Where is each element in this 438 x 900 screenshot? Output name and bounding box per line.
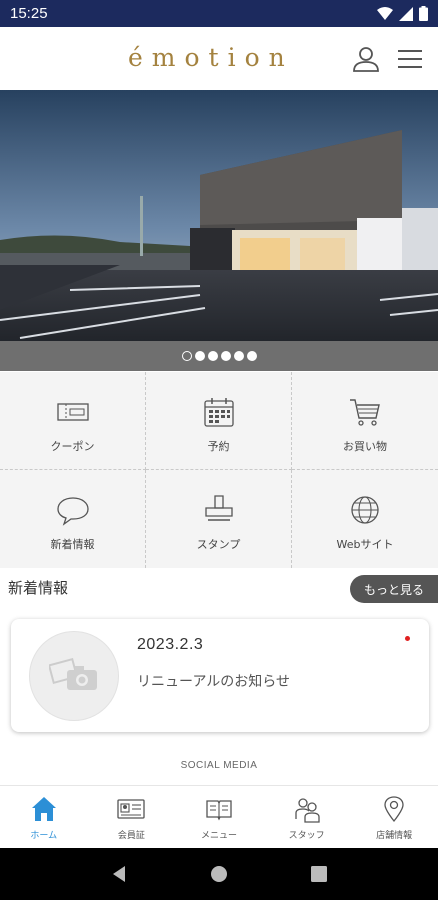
status-time: 15:25: [10, 5, 48, 22]
nav-label-menu: メニュー: [200, 831, 237, 841]
coupon-icon: [56, 403, 89, 421]
grid-item-coupon[interactable]: クーポン: [0, 372, 146, 470]
bottom-navigation: ホーム 会員証 メニュー スタッフ 店舗情報: [0, 785, 438, 848]
nav-tab-home[interactable]: ホーム: [0, 786, 88, 848]
grid-label-reservation: 予約: [207, 440, 230, 453]
nav-tab-menu[interactable]: メニュー: [175, 786, 263, 848]
hero-slideshow[interactable]: [0, 90, 438, 341]
news-date: 2023.2.3: [137, 636, 204, 653]
grid-label-website: Webサイト: [336, 538, 394, 551]
hero-image: [0, 90, 438, 341]
back-icon[interactable]: [111, 865, 127, 883]
recents-icon[interactable]: [310, 866, 327, 882]
battery-icon: [419, 6, 428, 21]
system-navigation-bar: [0, 848, 438, 900]
speech-bubble-icon: [56, 497, 89, 526]
news-headline: リニューアルのお知らせ: [137, 674, 291, 690]
location-pin-icon: [384, 796, 404, 823]
slide-dot[interactable]: [194, 351, 205, 361]
staff-icon: [294, 798, 320, 823]
app-header: émotion: [0, 27, 438, 90]
news-thumbnail: [29, 631, 119, 721]
wifi-icon: [377, 7, 393, 20]
user-icon[interactable]: [352, 45, 380, 73]
nav-label-staff: スタッフ: [288, 831, 325, 841]
status-bar: 15:25: [0, 0, 438, 27]
cart-icon: [350, 399, 380, 426]
grid-label-coupon: クーポン: [50, 440, 95, 453]
grid-item-stamp[interactable]: スタンプ: [146, 470, 292, 568]
nav-tab-store-info[interactable]: 店舗情報: [350, 786, 438, 848]
slide-dot[interactable]: [220, 351, 231, 361]
nav-tab-member-card[interactable]: 会員証: [88, 786, 176, 848]
slide-dot[interactable]: [207, 351, 218, 361]
hamburger-menu-icon[interactable]: [397, 47, 423, 71]
social-media-label: SOCIAL MEDIA: [180, 760, 258, 771]
nav-label-store-info: 店舗情報: [376, 831, 413, 841]
home-icon: [31, 797, 56, 821]
menu-grid: クーポン 予約 お買い物 新着情報 スタンプ Webサイト: [0, 372, 438, 568]
slide-dot[interactable]: [246, 351, 257, 361]
new-indicator-dot: [405, 636, 410, 641]
home-circle-icon[interactable]: [210, 865, 228, 883]
photo-placeholder-icon: [49, 658, 97, 690]
stamp-icon: [204, 495, 233, 521]
nav-label-home: ホーム: [30, 831, 58, 841]
grid-label-stamp: スタンプ: [196, 538, 241, 551]
news-card[interactable]: 2023.2.3 リニューアルのお知らせ: [11, 619, 429, 732]
grid-label-shopping: お買い物: [343, 440, 387, 453]
grid-label-news: 新着情報: [50, 538, 95, 551]
signal-icon: [399, 6, 413, 21]
slide-dot[interactable]: [233, 351, 244, 361]
nav-label-member-card: 会員証: [117, 831, 145, 841]
news-section-title: 新着情報: [8, 579, 69, 597]
grid-item-website[interactable]: Webサイト: [292, 470, 438, 568]
grid-item-shopping[interactable]: お買い物: [292, 372, 438, 470]
app-logo: émotion: [128, 43, 294, 72]
menu-book-icon: [206, 800, 232, 821]
slide-indicator: [0, 341, 438, 371]
grid-item-reservation[interactable]: 予約: [146, 372, 292, 470]
calendar-icon: [203, 398, 234, 427]
status-icons: [377, 6, 428, 21]
grid-item-news[interactable]: 新着情報: [0, 470, 146, 568]
globe-icon: [351, 496, 379, 524]
slide-dot[interactable]: [181, 351, 192, 361]
member-card-icon: [117, 799, 146, 819]
nav-tab-staff[interactable]: スタッフ: [263, 786, 351, 848]
see-more-button[interactable]: もっと見る: [350, 575, 438, 603]
